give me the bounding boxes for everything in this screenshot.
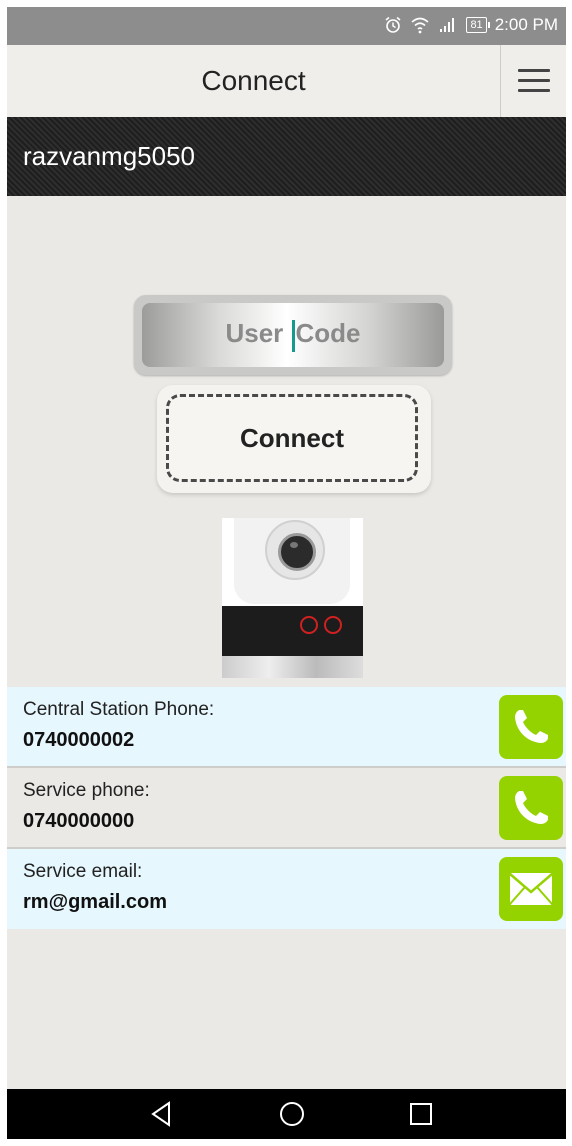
phone-icon[interactable] — [499, 776, 563, 840]
email-icon[interactable] — [499, 857, 563, 921]
text-caret — [291, 319, 295, 352]
connect-button-frame: Connect — [157, 385, 431, 493]
signal-icon — [440, 18, 455, 32]
battery-icon: 81 — [466, 17, 490, 33]
contact-row-service-phone: Service phone: 0740000000 — [7, 768, 566, 848]
contact-value: 0740000000 — [23, 810, 135, 832]
status-time: 2:00 PM — [494, 15, 558, 34]
contact-row-service-email: Service email: rm@gmail.com — [7, 849, 566, 929]
user-code-placeholder: User Code — [225, 318, 361, 352]
home-icon[interactable] — [262, 1089, 322, 1139]
contact-value: rm@gmail.com — [23, 891, 167, 913]
contact-row-central-station: Central Station Phone: 0740000002 — [7, 687, 566, 767]
status-icons: 81 2:00 PM — [384, 15, 558, 35]
system-nav-bar — [7, 1089, 566, 1139]
connect-button[interactable]: Connect — [166, 394, 418, 482]
user-bar: razvanmg5050 — [7, 117, 566, 196]
back-icon[interactable] — [131, 1089, 191, 1139]
user-code-frame: User Code — [134, 295, 452, 375]
page-title: Connect — [201, 65, 306, 96]
status-bar: 81 2:00 PM — [7, 7, 566, 45]
user-code-input[interactable]: User Code — [142, 303, 444, 367]
wifi-icon — [411, 17, 429, 34]
hamburger-menu-icon[interactable] — [501, 45, 566, 117]
camera-device-image — [222, 518, 363, 678]
recents-icon[interactable] — [391, 1089, 451, 1139]
title-bar: Connect — [7, 45, 566, 118]
contact-label: Service phone: — [23, 780, 150, 801]
alarm-icon — [385, 16, 401, 33]
phone-icon[interactable] — [499, 695, 563, 759]
contact-value: 0740000002 — [23, 729, 135, 751]
contact-label: Service email: — [23, 861, 143, 882]
username-label: razvanmg5050 — [23, 141, 195, 171]
contact-label: Central Station Phone: — [23, 699, 215, 720]
app-screen: 81 2:00 PM Connect razvanmg5050 User Cod… — [7, 7, 566, 1139]
